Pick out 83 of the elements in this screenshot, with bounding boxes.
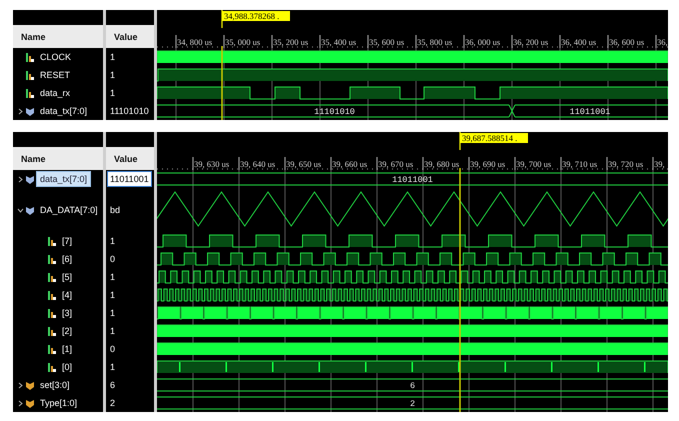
bit-signal-icon [26, 70, 34, 80]
bit-signal-icon [26, 52, 34, 62]
bit-signal-icon [48, 254, 56, 264]
time-tick-label: 39, 670 us [378, 159, 414, 169]
bus-value-label: 11011001 [392, 175, 433, 185]
bit-signal-icon [48, 308, 56, 318]
time-tick-label: 39, [654, 159, 665, 169]
time-tick-label: 35, 000 us [225, 37, 260, 47]
time-tick-label: 39, 660 us [332, 159, 368, 169]
signal-name[interactable]: DA_DATA[7:0] [36, 202, 102, 218]
time-tick-label: 39, 640 us [240, 159, 276, 169]
cursor-time-label: 39,687.588514 . [460, 133, 528, 143]
time-tick-label: 39, 650 us [286, 159, 322, 169]
time-tick-label: 35, 200 us [273, 37, 308, 47]
signal-value: 11011001 [107, 171, 152, 187]
signal-value: bd [109, 204, 122, 217]
value-column-header[interactable]: Value [106, 25, 154, 48]
name-column-header[interactable]: Name [13, 147, 103, 170]
signal-value: 1 [109, 271, 116, 284]
bit-signal-icon [48, 362, 56, 372]
signal-value: 1 [109, 289, 116, 302]
time-tick-label: 35, 600 us [369, 37, 404, 47]
name-column-header[interactable]: Name [13, 25, 103, 48]
signal-value: 1 [109, 69, 116, 82]
signal-value: 1 [109, 361, 116, 374]
signal-name[interactable]: [4] [58, 287, 76, 303]
signal-name[interactable]: [5] [58, 269, 76, 285]
signal-value: 2 [109, 397, 116, 410]
signal-name[interactable]: data_rx [36, 85, 74, 101]
signal-name[interactable]: [3] [58, 305, 76, 321]
time-tick-label: 39, 710 us [562, 159, 598, 169]
signal-value: 0 [109, 343, 116, 356]
chevron-right-icon[interactable] [17, 400, 24, 406]
time-tick-label: 39, 630 us [194, 159, 230, 169]
cursor-line[interactable] [459, 132, 461, 412]
signal-value: 1 [109, 235, 116, 248]
signal-value: 11101010 [109, 105, 150, 118]
time-tick-label: 36, 200 us [513, 37, 548, 47]
bit-signal-icon [48, 344, 56, 354]
time-tick-label: 39, 700 us [516, 159, 552, 169]
signal-name[interactable]: [7] [58, 233, 76, 249]
bus-value-label: 6 [410, 381, 416, 391]
signal-value: 0 [109, 253, 116, 266]
chevron-right-icon[interactable] [17, 176, 24, 182]
chevron-down-icon[interactable] [17, 206, 24, 214]
time-tick-label: 36, [657, 37, 668, 47]
signal-name[interactable]: [0] [58, 359, 76, 375]
chevron-right-icon[interactable] [17, 108, 24, 114]
bit-signal-icon [48, 326, 56, 336]
time-tick-label: 35, 800 us [417, 37, 452, 47]
cursor-line[interactable] [221, 10, 223, 120]
time-tick-label: 35, 400 us [321, 37, 356, 47]
chevron-right-icon[interactable] [17, 382, 24, 388]
signal-name[interactable]: Type[1:0] [36, 395, 82, 411]
signal-name[interactable]: data_tx[7:0] [36, 171, 92, 187]
time-tick-label: 39, 720 us [608, 159, 644, 169]
time-tick-label: 39, 690 us [470, 159, 506, 169]
signal-name[interactable]: CLOCK [36, 49, 76, 65]
time-tick-label: 39, 680 us [424, 159, 460, 169]
bit-signal-icon [48, 272, 56, 282]
signal-value: 1 [109, 307, 116, 320]
time-tick-label: 34, 800 us [177, 37, 212, 47]
bus-value-label: 2 [410, 399, 416, 409]
signal-value: 1 [109, 87, 116, 100]
signal-name[interactable]: [6] [58, 251, 76, 267]
bit-signal-icon [48, 236, 56, 246]
value-column-header[interactable]: Value [106, 147, 154, 170]
bit-signal-icon [48, 290, 56, 300]
time-tick-label: 36, 000 us [465, 37, 500, 47]
signal-value: 6 [109, 379, 116, 392]
signal-value: 1 [109, 325, 116, 338]
signal-name[interactable]: RESET [36, 67, 74, 83]
bus-value-label: 11101010 [314, 107, 355, 117]
bus-value-label: 11011001 [570, 107, 610, 117]
cursor-time-label: 34,988.378268 . [222, 11, 290, 21]
signal-name[interactable]: [1] [58, 341, 76, 357]
bit-signal-icon [26, 88, 34, 98]
signal-name[interactable]: data_tx[7:0] [36, 103, 92, 119]
signal-name[interactable]: set[3:0] [36, 377, 74, 393]
signal-name[interactable]: [2] [58, 323, 76, 339]
signal-value: 1 [109, 51, 116, 64]
time-tick-label: 36, 400 us [561, 37, 596, 47]
time-tick-label: 36, 600 us [609, 37, 644, 47]
